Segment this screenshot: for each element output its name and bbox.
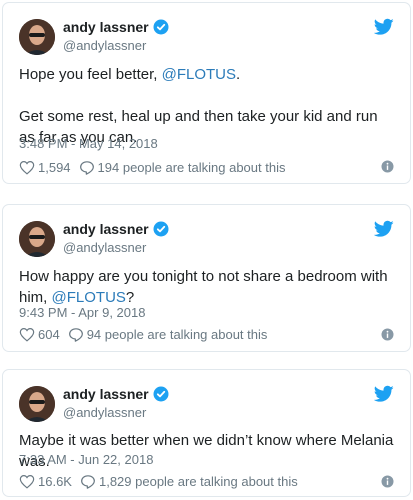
- like-count: 1,594: [38, 160, 71, 175]
- like-button[interactable]: 1,594: [19, 160, 71, 175]
- heart-icon: [19, 475, 35, 489]
- tweet-timestamp[interactable]: 9:43 PM - Apr 9, 2018: [19, 305, 145, 320]
- like-count: 604: [38, 327, 60, 342]
- speech-bubble-icon: [68, 328, 83, 342]
- like-count: 16.6K: [38, 474, 72, 489]
- conversation-button[interactable]: 1,829 people are talking about this: [80, 474, 298, 489]
- verified-badge-icon: [153, 386, 169, 402]
- tweet-card[interactable]: andy lassner @andylassner Maybe it was b…: [2, 369, 411, 497]
- tweet-timestamp[interactable]: 7:33 AM - Jun 22, 2018: [19, 452, 153, 467]
- twitter-bird-icon[interactable]: [374, 18, 394, 36]
- twitter-bird-icon[interactable]: [374, 220, 394, 238]
- talking-count: 94 people are talking about this: [86, 327, 268, 342]
- tweet-timestamp[interactable]: 3:48 PM - May 14, 2018: [19, 136, 158, 151]
- tweet-card[interactable]: andy lassner @andylassner Hope you feel …: [2, 2, 411, 184]
- info-icon[interactable]: [381, 160, 394, 173]
- talking-count: 194 people are talking about this: [97, 160, 286, 175]
- twitter-bird-icon[interactable]: [374, 385, 394, 403]
- tweet-text: How happy are you tonight to not share a…: [19, 268, 388, 306]
- avatar[interactable]: [19, 221, 55, 257]
- conversation-button[interactable]: 94 people are talking about this: [68, 327, 268, 342]
- mention-link[interactable]: @FLOTUS: [52, 289, 126, 306]
- like-button[interactable]: 604: [19, 327, 60, 342]
- author-handle[interactable]: @andylassner: [63, 240, 146, 255]
- author-name[interactable]: andy lassner: [63, 19, 149, 35]
- info-icon[interactable]: [381, 328, 394, 341]
- like-button[interactable]: 16.6K: [19, 474, 72, 489]
- avatar[interactable]: [19, 19, 55, 55]
- verified-badge-icon: [153, 19, 169, 35]
- tweet-card[interactable]: andy lassner @andylassner How happy are …: [2, 204, 411, 352]
- mention-link[interactable]: @FLOTUS: [162, 66, 236, 83]
- author-name[interactable]: andy lassner: [63, 386, 149, 402]
- author-handle[interactable]: @andylassner: [63, 38, 146, 53]
- heart-icon: [19, 328, 35, 342]
- verified-badge-icon: [153, 221, 169, 237]
- info-icon[interactable]: [381, 475, 394, 488]
- heart-icon: [19, 161, 35, 175]
- speech-bubble-icon: [81, 475, 95, 489]
- speech-bubble-icon: [79, 161, 94, 175]
- conversation-button[interactable]: 194 people are talking about this: [79, 160, 286, 175]
- author-name[interactable]: andy lassner: [63, 221, 149, 237]
- author-handle[interactable]: @andylassner: [63, 405, 146, 420]
- talking-count: 1,829 people are talking about this: [98, 474, 298, 489]
- avatar[interactable]: [19, 386, 55, 422]
